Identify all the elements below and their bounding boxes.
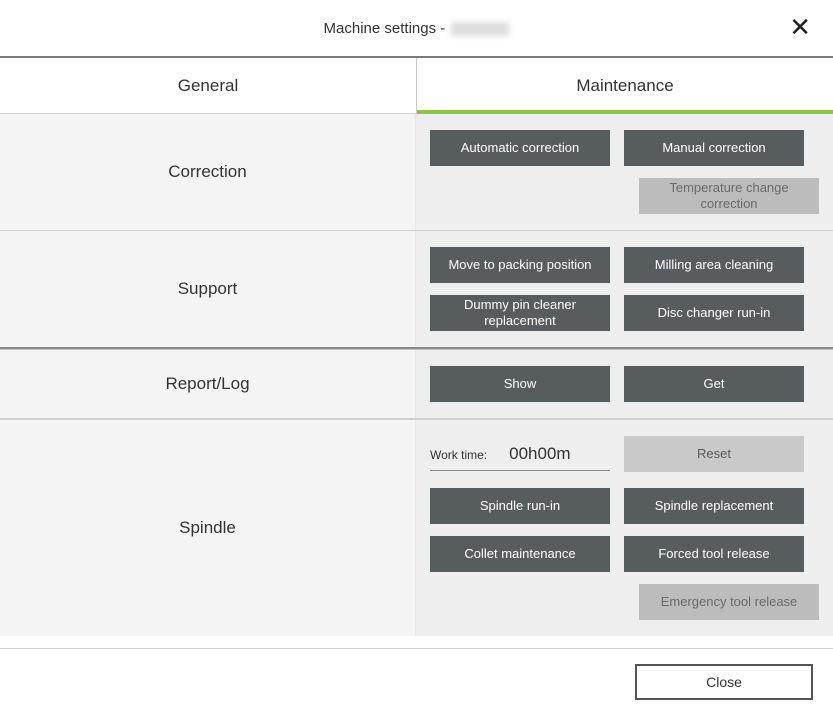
milling-cleaning-button[interactable]: Milling area cleaning (624, 247, 804, 283)
support-row-1: Move to packing position Milling area cl… (430, 247, 819, 283)
correction-row-2: Temperature change correction (430, 178, 819, 214)
section-correction: Correction Automatic correction Manual c… (0, 114, 833, 231)
disc-runin-button[interactable]: Disc changer run-in (624, 295, 804, 331)
tab-maintenance[interactable]: Maintenance (417, 58, 833, 113)
emergency-tool-release-button[interactable]: Emergency tool release (639, 584, 819, 620)
worktime-display: Work time: 00h00m (430, 438, 610, 471)
get-button[interactable]: Get (624, 366, 804, 402)
spindle-replacement-button[interactable]: Spindle replacement (624, 488, 804, 524)
manual-correction-button[interactable]: Manual correction (624, 130, 804, 166)
dialog-title: Machine settings - (0, 20, 833, 37)
tab-bar: General Maintenance (0, 58, 833, 114)
correction-row-1: Automatic correction Manual correction (430, 130, 819, 166)
forced-tool-release-button[interactable]: Forced tool release (624, 536, 804, 572)
section-correction-label: Correction (0, 114, 416, 230)
section-correction-content: Automatic correction Manual correction T… (416, 114, 833, 230)
report-row-1: Show Get (430, 366, 819, 402)
section-support: Support Move to packing position Milling… (0, 231, 833, 349)
reset-button[interactable]: Reset (624, 436, 804, 472)
section-support-label: Support (0, 231, 416, 347)
close-button[interactable]: Close (635, 664, 813, 700)
spindle-row-1: Spindle run-in Spindle replacement (430, 488, 819, 524)
worktime-label: Work time: (430, 448, 487, 462)
title-redacted (451, 22, 509, 36)
temperature-correction-button[interactable]: Temperature change correction (639, 178, 819, 214)
spindle-row-2: Collet maintenance Forced tool release (430, 536, 819, 572)
section-spindle-label: Spindle (0, 420, 416, 636)
title-prefix: Machine settings - (324, 20, 450, 37)
section-support-content: Move to packing position Milling area cl… (416, 231, 833, 347)
dummy-pin-button[interactable]: Dummy pin cleaner replacement (430, 295, 610, 331)
section-spindle-content: Work time: 00h00m Reset Spindle run-in S… (416, 420, 833, 636)
packing-position-button[interactable]: Move to packing position (430, 247, 610, 283)
spindle-runin-button[interactable]: Spindle run-in (430, 488, 610, 524)
worktime-value: 00h00m (509, 444, 570, 464)
show-button[interactable]: Show (430, 366, 610, 402)
collet-maintenance-button[interactable]: Collet maintenance (430, 536, 610, 572)
dialog-header: Machine settings - ✕ (0, 0, 833, 58)
support-row-2: Dummy pin cleaner replacement Disc chang… (430, 295, 819, 331)
section-spindle: Spindle Work time: 00h00m Reset Spindle … (0, 420, 833, 636)
automatic-correction-button[interactable]: Automatic correction (430, 130, 610, 166)
section-report-label: Report/Log (0, 350, 416, 418)
close-icon[interactable]: ✕ (789, 14, 811, 40)
dialog-footer: Close (0, 648, 833, 714)
section-report: Report/Log Show Get (0, 349, 833, 420)
tab-general-label: General (178, 76, 238, 96)
sections-container: Correction Automatic correction Manual c… (0, 114, 833, 636)
tab-general[interactable]: General (0, 58, 417, 113)
tab-maintenance-label: Maintenance (576, 76, 673, 96)
spindle-worktime-row: Work time: 00h00m Reset (430, 436, 819, 472)
section-report-content: Show Get (416, 350, 833, 418)
spindle-row-3: Emergency tool release (430, 584, 819, 620)
